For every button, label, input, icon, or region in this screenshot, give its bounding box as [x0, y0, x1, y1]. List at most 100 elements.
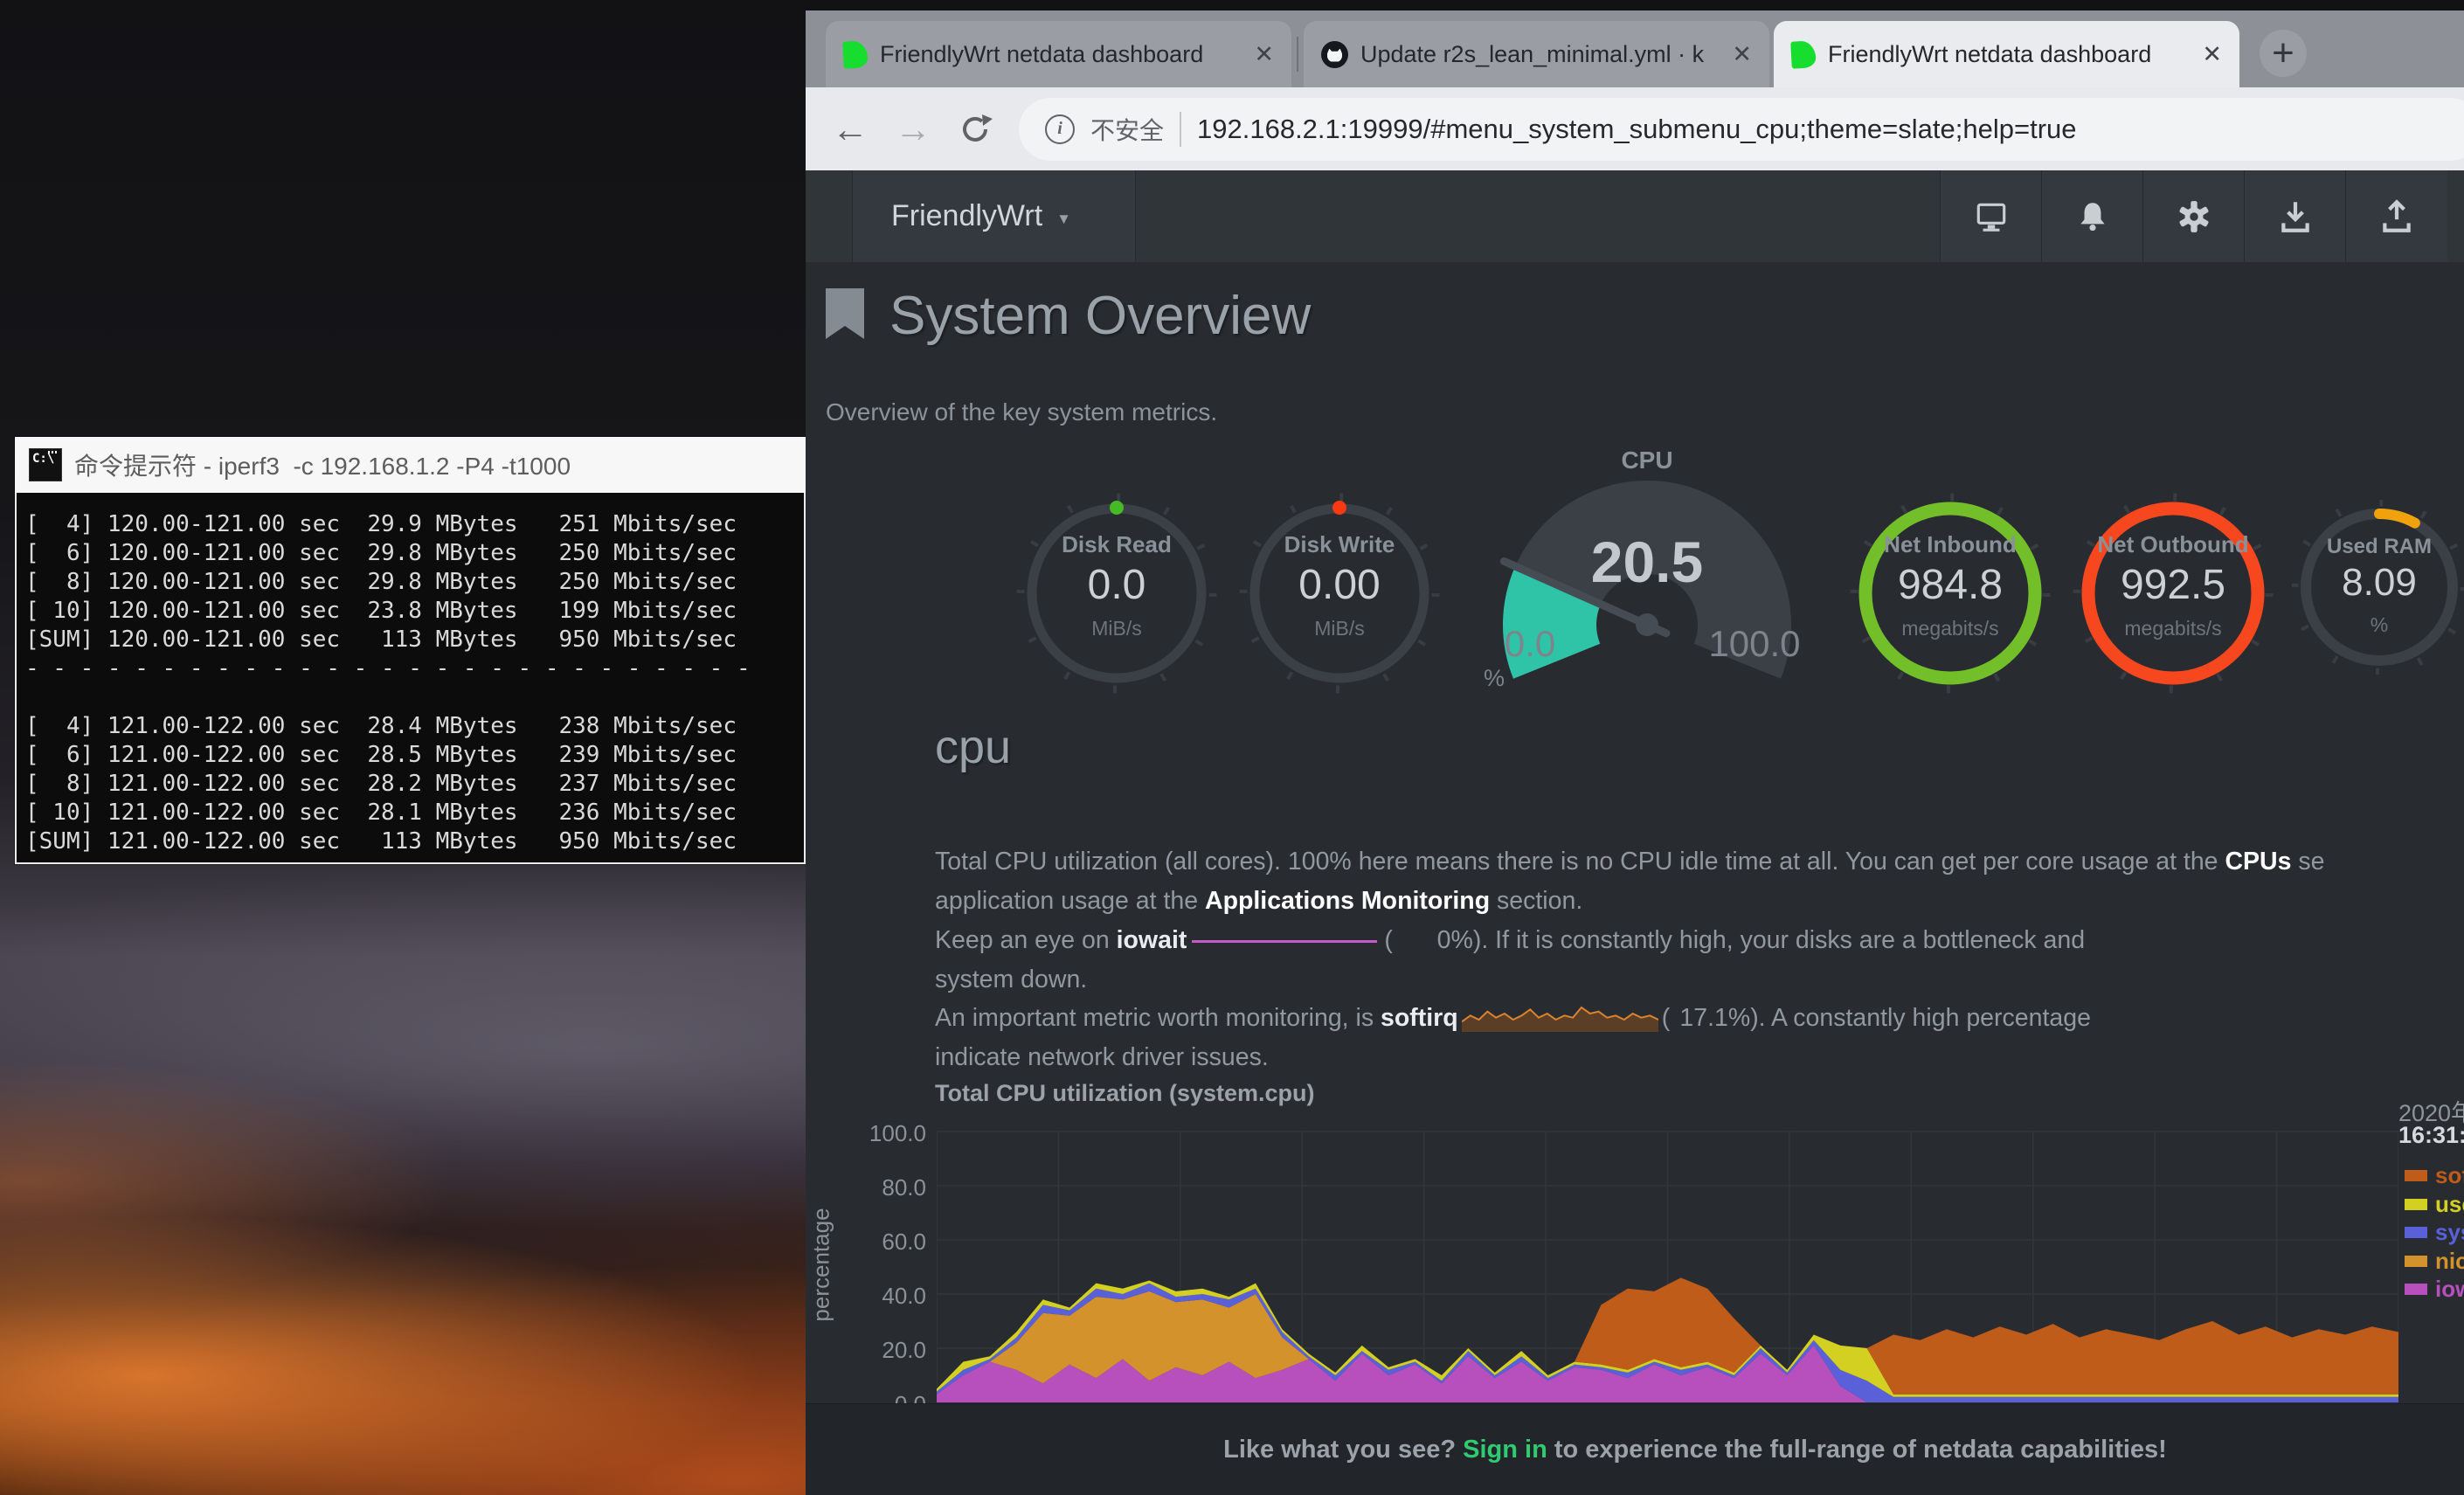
gear-icon [2176, 198, 2212, 235]
cpu-description-line-2: application usage at the Applications Mo… [935, 882, 1582, 921]
upload-icon [2378, 198, 2415, 235]
gauge-title: Net Inbound [1850, 531, 2051, 558]
tab-label: Update r2s_lean_minimal.yml · k [1360, 41, 1720, 68]
browser-window: FriendlyWrt netdata dashboard ✕ Update r… [806, 10, 2464, 1495]
page-subtitle: Overview of the key system metrics. [826, 398, 1217, 426]
gauge-net-inbound[interactable]: Net Inbound 984.8 megabits/s [1850, 493, 2051, 694]
github-favicon [1321, 41, 1348, 68]
host-name: FriendlyWrt [891, 199, 1042, 233]
gauge-value: 0.00 [1239, 561, 1440, 609]
cmd-icon: C:\ [29, 448, 62, 481]
gauge-min: 0.0 [1491, 623, 1569, 665]
new-tab-button[interactable]: + [2260, 30, 2307, 77]
gauge-title: Disk Write [1239, 531, 1440, 558]
gauge-dot [1332, 501, 1346, 515]
forward-icon[interactable]: → [895, 111, 931, 148]
cpu-description-line-6: indicate network driver issues. [935, 1038, 1269, 1077]
cpu-utilization-chart[interactable] [937, 1130, 2398, 1404]
iowait-value: 0% [1393, 921, 1473, 960]
netdata-favicon [842, 40, 869, 68]
tab-separator [1297, 37, 1298, 72]
bookmark-icon [826, 288, 864, 339]
gauge-net-outbound[interactable]: Net Outbound 992.5 megabits/s [2073, 493, 2274, 694]
page-title: System Overview [889, 285, 1311, 347]
y-tick: 80.0 [830, 1174, 926, 1201]
tab-close-icon[interactable]: ✕ [1254, 41, 1274, 68]
import-button[interactable] [2244, 170, 2346, 262]
chart-title: Total CPU utilization (system.cpu) [935, 1080, 1315, 1107]
legend-item-user[interactable]: user [2405, 1193, 2464, 1215]
signin-text-post: to experience the full-range of netdata … [1547, 1436, 2167, 1464]
legend-item-system[interactable]: system [2405, 1221, 2464, 1243]
legend-item-nice[interactable]: nice [2405, 1249, 2464, 1272]
tab-netdata-1[interactable]: FriendlyWrt netdata dashboard ✕ [826, 21, 1291, 87]
tab-close-icon[interactable]: ✕ [2202, 41, 2222, 68]
signin-text-pre: Like what you see? [1223, 1436, 1463, 1464]
settings-button[interactable] [2142, 170, 2245, 262]
gauge-value: 20.5 [1477, 529, 1817, 595]
gauge-used-ram[interactable]: Used RAM 8.09 % [2292, 500, 2464, 675]
terminal-titlebar[interactable]: C:\ 命令提示符 - iperf3 -c 192.168.1.2 -P4 -t… [15, 437, 806, 493]
legend-item-softirq[interactable]: softirq [2405, 1164, 2464, 1187]
gauge-disk-read[interactable]: Disk Read 0.0 MiB/s [1016, 493, 1217, 694]
download-icon [2277, 198, 2314, 235]
legend-item-iowait[interactable]: iowait [2405, 1277, 2464, 1300]
alarms-button[interactable] [2041, 170, 2143, 262]
terminal-title: 命令提示符 - iperf3 -c 192.168.1.2 -P4 -t1000 [74, 447, 571, 482]
softirq-sparkline [1462, 1004, 1658, 1034]
gauge-title: Disk Read [1016, 531, 1217, 558]
gauge-title: Net Outbound [2073, 531, 2274, 558]
tab-github[interactable]: Update r2s_lean_minimal.yml · k ✕ [1304, 21, 1769, 87]
terminal-window[interactable]: C:\ 命令提示符 - iperf3 -c 192.168.1.2 -P4 -t… [15, 437, 806, 864]
terminal-output: [ 4] 120.00-121.00 sec 29.9 MBytes 251 M… [25, 510, 804, 856]
netdata-content: System Overview Overview of the key syst… [806, 262, 2464, 1495]
chart-time: 16:31:2 [2398, 1122, 2464, 1149]
nodes-view-button[interactable] [1940, 170, 2042, 262]
signin-banner: Like what you see? Sign in to experience… [806, 1403, 2464, 1495]
gauge-cpu[interactable]: CPU 20.5 0.0 100.0 % [1477, 441, 1817, 721]
site-info-icon[interactable]: i [1045, 114, 1075, 144]
tab-netdata-2-active[interactable]: FriendlyWrt netdata dashboard ✕ [1774, 21, 2239, 87]
legend-swatch [2405, 1256, 2427, 1267]
iowait-sparkline [1192, 940, 1377, 943]
y-tick: 20.0 [830, 1337, 926, 1364]
gauge-value: 992.5 [2073, 561, 2274, 609]
terminal-body[interactable]: [ 4] 120.00-121.00 sec 29.9 MBytes 251 M… [15, 493, 806, 864]
gauge-unit: megabits/s [1850, 617, 2051, 640]
bell-icon [2074, 198, 2111, 235]
tab-label: FriendlyWrt netdata dashboard [1828, 41, 2190, 68]
tab-strip: FriendlyWrt netdata dashboard ✕ Update r… [806, 10, 2464, 87]
reload-icon[interactable] [958, 112, 993, 147]
cpu-description-line-1: Total CPU utilization (all cores). 100% … [935, 842, 2325, 882]
gauge-value: 0.0 [1016, 561, 1217, 609]
export-button[interactable] [2345, 170, 2447, 262]
address-bar[interactable]: i 不安全 192.168.2.1:19999/#menu_system_sub… [1019, 98, 2464, 161]
gauge-max: 100.0 [1702, 623, 1807, 665]
legend-swatch [2405, 1199, 2427, 1210]
legend-swatch [2405, 1170, 2427, 1181]
gauge-disk-write[interactable]: Disk Write 0.00 MiB/s [1239, 493, 1440, 694]
host-dropdown[interactable]: FriendlyWrt ▼ [852, 170, 1136, 262]
back-icon[interactable]: ← [832, 111, 869, 148]
legend-swatch [2405, 1284, 2427, 1295]
section-title-cpu: cpu [935, 720, 1011, 774]
softirq-value: 17.1% [1670, 999, 1750, 1038]
url-text[interactable]: 192.168.2.1:19999/#menu_system_submenu_c… [1197, 114, 2077, 145]
chevron-down-icon: ▼ [1056, 205, 1071, 228]
y-tick: 100.0 [830, 1120, 926, 1147]
gauge-unit: MiB/s [1016, 617, 1217, 640]
gauge-dot [1110, 501, 1124, 515]
cpus-link[interactable]: CPUs [2225, 848, 2291, 876]
gauge-value: 8.09 [2292, 561, 2464, 605]
tab-label: FriendlyWrt netdata dashboard [880, 41, 1242, 68]
y-tick: 40.0 [830, 1283, 926, 1310]
netdata-favicon [1790, 40, 1817, 68]
signin-link[interactable]: Sign in [1463, 1436, 1547, 1464]
cpu-description-line-5: An important metric worth monitoring, is… [935, 999, 2091, 1038]
monitor-icon [1973, 198, 2010, 235]
tab-close-icon[interactable]: ✕ [1732, 41, 1752, 68]
security-label[interactable]: 不安全 [1090, 112, 1164, 147]
y-tick: 60.0 [830, 1229, 926, 1256]
gauge-value: 984.8 [1850, 561, 2051, 609]
applications-monitoring-link[interactable]: Applications Monitoring [1205, 887, 1490, 915]
